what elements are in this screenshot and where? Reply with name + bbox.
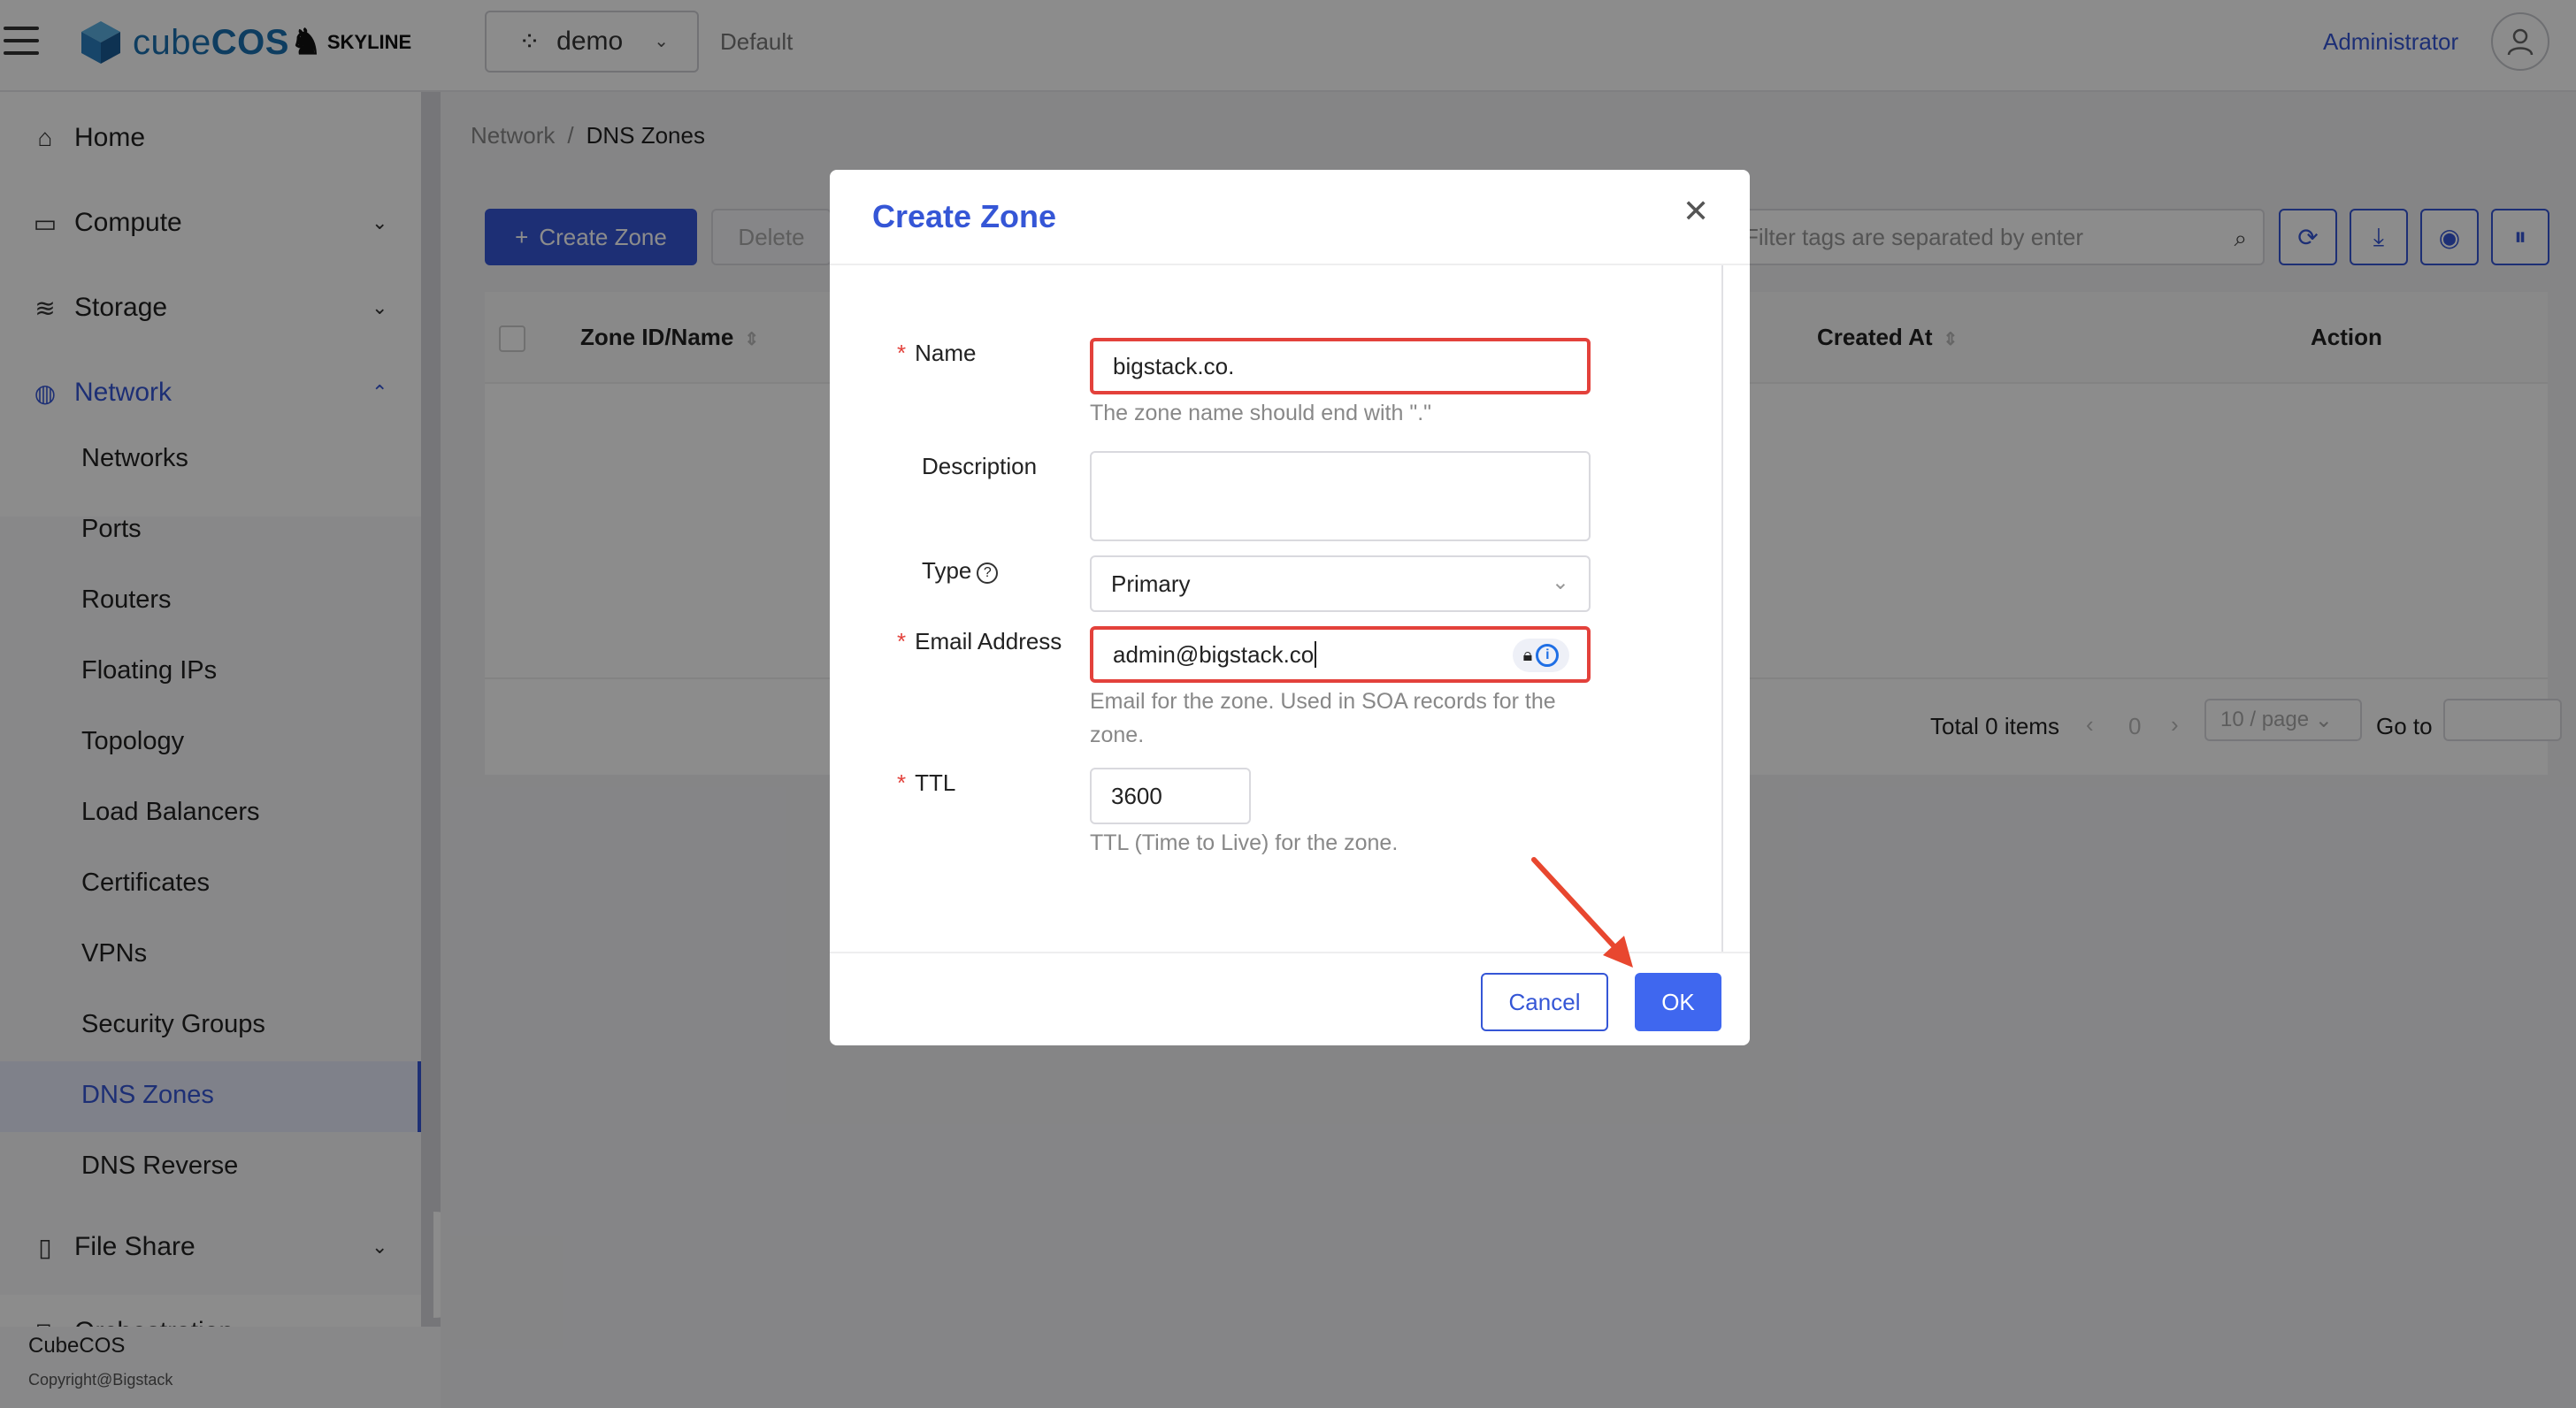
cancel-button[interactable]: Cancel xyxy=(1481,973,1608,1031)
dialog-header: Create Zone ✕ xyxy=(830,170,1750,265)
help-icon[interactable]: ? xyxy=(977,562,999,584)
name-label: * Name xyxy=(897,340,977,366)
close-icon[interactable]: ✕ xyxy=(1683,193,1709,230)
description-textarea[interactable] xyxy=(1090,451,1591,541)
chevron-down-icon: ⌄ xyxy=(1551,570,1569,594)
type-select[interactable]: Primary ⌄ xyxy=(1090,555,1591,612)
text-cursor xyxy=(1315,641,1317,668)
info-icon: i xyxy=(1536,644,1560,667)
email-label: * Email Address xyxy=(897,628,1062,654)
type-label: Type? xyxy=(922,557,999,585)
ttl-input[interactable]: 3600 xyxy=(1090,768,1251,824)
password-manager-icon[interactable]: 🔒︎ i xyxy=(1513,639,1569,672)
dialog-title: Create Zone xyxy=(872,198,1057,234)
ok-button[interactable]: OK xyxy=(1635,973,1721,1031)
lock-icon: 🔒︎ xyxy=(1522,645,1533,665)
ttl-label: * TTL xyxy=(897,769,956,796)
dialog-scrollbar[interactable] xyxy=(1721,265,1723,952)
email-hint: Email for the zone. Used in SOA records … xyxy=(1090,689,1556,747)
email-input[interactable]: admin@bigstack.co 🔒︎ i xyxy=(1090,626,1591,683)
annotation-arrow-icon xyxy=(1531,857,1633,968)
name-input[interactable]: bigstack.co. xyxy=(1090,338,1591,394)
description-label: Description xyxy=(922,453,1038,479)
name-hint: The zone name should end with "." xyxy=(1090,401,1432,425)
